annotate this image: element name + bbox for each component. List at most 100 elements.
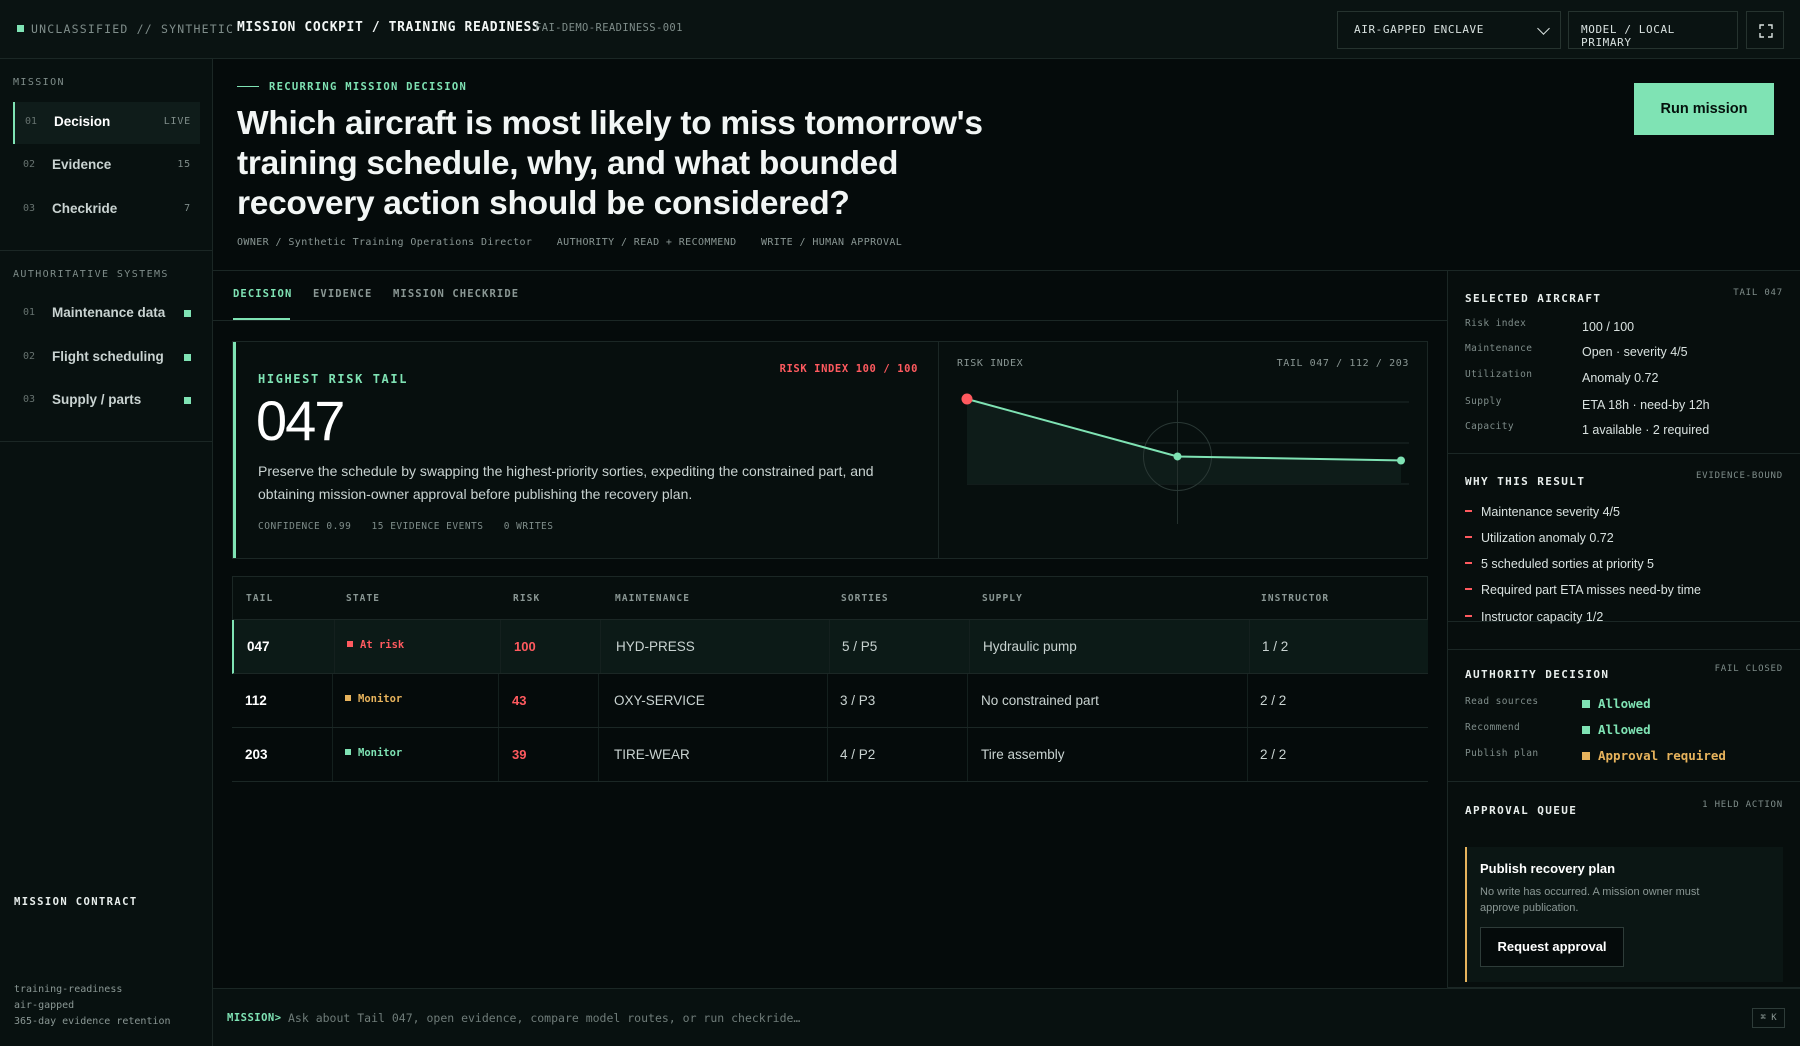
sidebar-item-checkride[interactable]: 03 Checkride 7 (13, 189, 200, 231)
environment-value: AIR-GAPPED ENCLAVE (1354, 23, 1485, 36)
column-divider (334, 620, 335, 673)
cell-instructor: 2 / 2 (1260, 693, 1287, 708)
column-header-state[interactable]: STATE (346, 593, 380, 604)
classification-text: UNCLASSIFIED // SYNTHETIC (31, 22, 235, 36)
authority-key: Recommend (1465, 722, 1521, 733)
section-title: SELECTED AIRCRAFT (1465, 292, 1602, 305)
column-divider (967, 674, 968, 727)
sidebar-item-supply-parts[interactable]: 03 Supply / parts (13, 380, 200, 422)
column-header-supply[interactable]: SUPPLY (982, 593, 1023, 604)
column-header-instructor[interactable]: INSTRUCTOR (1261, 593, 1329, 604)
request-approval-button[interactable]: Request approval (1480, 927, 1624, 967)
reason-item: Required part ETA misses need-by time (1465, 583, 1701, 597)
section-tag: 1 HELD ACTION (1702, 800, 1783, 810)
detail-value: Open · severity 4/5 (1582, 345, 1688, 359)
sidebar-item-number: 01 (25, 116, 38, 127)
cell-risk: 39 (512, 747, 527, 762)
reason-text: Required part ETA misses need-by time (1481, 583, 1702, 597)
run-mission-button[interactable]: Run mission (1634, 83, 1774, 135)
recovery-recommendation: Preserve the schedule by swapping the hi… (258, 463, 874, 502)
risk-title: HIGHEST RISK TAIL (258, 372, 409, 386)
chart-point-tail-112[interactable] (1173, 452, 1182, 461)
fullscreen-button[interactable] (1746, 11, 1784, 49)
tab-evidence[interactable]: EVIDENCE (313, 288, 372, 300)
column-divider (829, 620, 830, 673)
sidebar-item-label: Decision (54, 114, 111, 129)
section-tag: TAIL 047 (1733, 288, 1783, 298)
main-panel: DECISION EVIDENCE MISSION CHECKRIDE HIGH… (213, 271, 1447, 988)
approval-required-status-icon (1582, 752, 1590, 760)
sidebar-divider (0, 441, 213, 442)
table-row[interactable]: 112 Monitor 43 OXY-SERVICE 3 / P3 No constrai… (232, 674, 1428, 728)
allowed-status-icon (1582, 700, 1590, 708)
detail-key: Risk index (1465, 318, 1527, 329)
risk-card: HIGHEST RISK TAIL RISK INDEX 100 / 100 0… (232, 341, 1428, 559)
cell-tail: 203 (245, 747, 268, 762)
table-row[interactable]: 047 At risk 100 HYD-PRESS 5 / P5 Hydraulic pu… (232, 620, 1428, 674)
top-bar: UNCLASSIFIED // SYNTHETIC MISSION COCKPI… (0, 0, 1800, 59)
details-panel: SELECTED AIRCRAFT TAIL 047 Risk index 10… (1447, 271, 1800, 988)
sidebar-item-number: 03 (23, 394, 36, 405)
cell-instructor: 2 / 2 (1260, 747, 1287, 762)
column-header-tail[interactable]: TAIL (246, 593, 273, 604)
sidebar-item-evidence[interactable]: 02 Evidence 15 (13, 145, 200, 187)
mission-meta: OWNER / Synthetic Training Operations Di… (237, 237, 920, 248)
detail-key: Maintenance (1465, 343, 1533, 354)
state-indicator-icon (347, 641, 353, 647)
state-indicator-icon (345, 695, 351, 701)
tab-decision[interactable]: DECISION (233, 288, 292, 300)
reason-dash-icon (1465, 536, 1472, 538)
tab-bar: DECISION EVIDENCE MISSION CHECKRIDE (213, 271, 1447, 321)
column-header-risk[interactable]: RISK (513, 593, 540, 604)
chevron-down-icon (1537, 22, 1550, 35)
sidebar-item-maintenance-data[interactable]: 01 Maintenance data (13, 293, 200, 335)
column-divider (332, 728, 333, 781)
evidence-event-count: 15 EVIDENCE EVENTS (371, 521, 484, 532)
authority-value: Allowed (1582, 722, 1651, 737)
cell-supply: No constrained part (981, 693, 1099, 708)
sidebar-item-number: 03 (23, 203, 36, 214)
environment-select[interactable]: AIR-GAPPED ENCLAVE (1337, 11, 1561, 49)
classification-banner: UNCLASSIFIED // SYNTHETIC (17, 22, 234, 36)
sidebar-item-decision[interactable]: 01 Decision LIVE (13, 102, 200, 144)
cell-supply: Tire assembly (981, 747, 1065, 762)
column-divider (1247, 674, 1248, 727)
model-route-button[interactable]: MODEL / LOCAL PRIMARY (1568, 11, 1738, 49)
column-divider (598, 674, 599, 727)
column-header-sorties[interactable]: SORTIES (841, 593, 889, 604)
tab-mission-checkride[interactable]: MISSION CHECKRIDE (393, 288, 519, 300)
chart-point-tail-047[interactable] (961, 393, 973, 405)
authority-value: Allowed (1582, 696, 1651, 711)
chart-title: RISK INDEX (957, 358, 1024, 369)
risk-index-chart (961, 390, 1409, 524)
reason-dash-icon (1465, 510, 1472, 512)
table-row[interactable]: 203 Monitor 39 TIRE-WEAR 4 / P2 Tire assembly… (232, 728, 1428, 782)
detail-key: Supply (1465, 396, 1502, 407)
cell-sorties: 5 / P5 (842, 639, 878, 654)
sidebar-item-label: Maintenance data (52, 305, 166, 320)
cell-risk: 43 (512, 693, 527, 708)
sidebar-item-flight-scheduling[interactable]: 02 Flight scheduling (13, 337, 200, 379)
command-input[interactable] (288, 1006, 1588, 1030)
eyebrow-text: RECURRING MISSION DECISION (269, 81, 468, 93)
column-divider (598, 728, 599, 781)
eyebrow-label: RECURRING MISSION DECISION (237, 81, 467, 93)
cell-tail: 047 (247, 639, 270, 654)
column-header-maintenance[interactable]: MAINTENANCE (615, 593, 690, 604)
section-tag: FAIL CLOSED (1714, 664, 1783, 674)
column-divider (827, 728, 828, 781)
cell-state: Monitor (345, 693, 402, 705)
authority-value: Approval required (1582, 748, 1726, 763)
reason-item: Utilization anomaly 0.72 (1465, 531, 1614, 545)
chart-point-tail-203[interactable] (1397, 456, 1405, 465)
sidebar-item-label: Supply / parts (52, 392, 142, 407)
state-label: Monitor (358, 747, 403, 759)
authority-key: Publish plan (1465, 748, 1539, 759)
risk-summary: HIGHEST RISK TAIL RISK INDEX 100 / 100 0… (233, 342, 939, 558)
detail-key: Capacity (1465, 421, 1514, 432)
column-divider (600, 620, 601, 673)
app-title: MISSION COCKPIT / TRAINING READINESS (237, 20, 541, 35)
cell-state: Monitor (345, 747, 402, 759)
held-action-card: Publish recovery plan No write has occur… (1465, 847, 1783, 982)
column-divider (1249, 620, 1250, 673)
